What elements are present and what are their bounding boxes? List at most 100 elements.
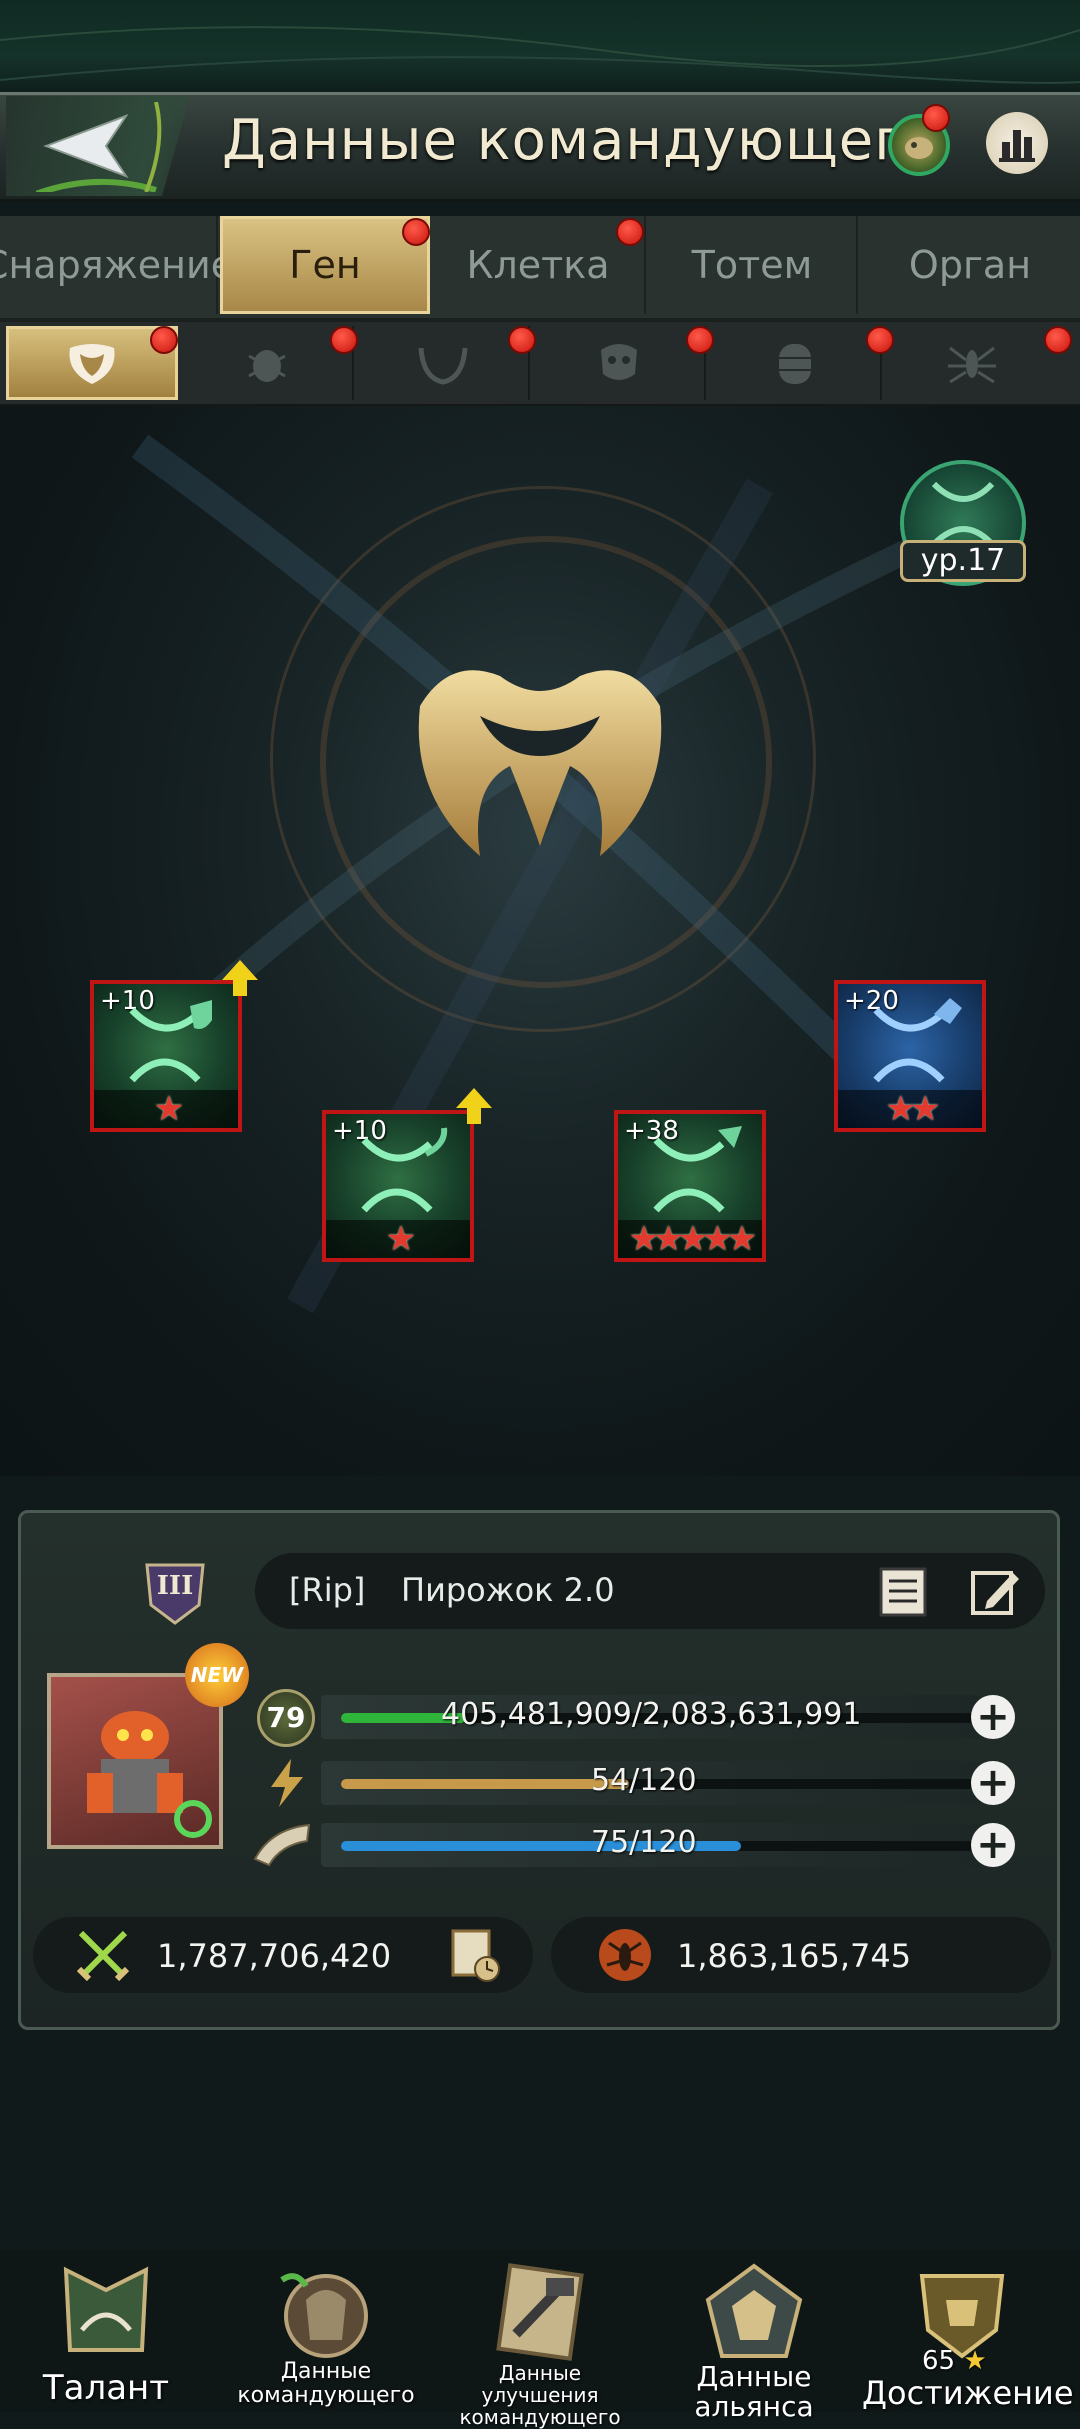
ant-icon xyxy=(948,346,996,384)
notes-button[interactable] xyxy=(875,1563,931,1619)
top-decor-band xyxy=(0,0,1080,92)
gene-level-label: ур.17 xyxy=(900,540,1026,582)
star-rating: ★ xyxy=(326,1219,470,1259)
hp-text: 405,481,909/2,083,631,991 xyxy=(441,1697,862,1732)
star-rating: ★★★★★ xyxy=(618,1219,762,1259)
notification-dot xyxy=(508,326,536,354)
nav-commander-upgrade[interactable]: Данные улучшения командующего xyxy=(440,2250,640,2428)
rank-badge: III xyxy=(139,1557,211,1627)
power-pill: 1,787,706,420 xyxy=(33,1917,533,1993)
slot-tab-skull[interactable] xyxy=(534,326,706,400)
stamina-text: 54/120 xyxy=(591,1763,697,1798)
tab-label: Ген xyxy=(289,243,361,287)
star-icon: ★ xyxy=(963,2346,987,2376)
gene-card[interactable]: +10 ★ xyxy=(90,980,242,1132)
skull-icon xyxy=(601,344,637,380)
nav-label: Данные командующего xyxy=(237,2359,415,2408)
tab-totem[interactable]: Тотем xyxy=(648,216,858,314)
web-pattern xyxy=(0,26,1080,84)
slot-tab-larva[interactable] xyxy=(710,326,882,400)
edit-name-button[interactable] xyxy=(967,1563,1023,1619)
slot-tab-mandible[interactable] xyxy=(358,326,530,400)
add-stamina-button[interactable]: + xyxy=(971,1761,1015,1805)
notification-dot xyxy=(402,218,430,246)
scroll-clock-icon xyxy=(451,1929,500,1982)
commander-name: Пирожок 2.0 xyxy=(401,1571,615,1609)
gene-emblem-icon xyxy=(418,670,662,856)
notification-dot xyxy=(330,326,358,354)
back-arrow-icon xyxy=(36,102,162,192)
name-pill: [Rip] Пирожок 2.0 xyxy=(255,1553,1045,1629)
nav-label: Данные альянса xyxy=(694,2360,814,2423)
alliance-tag: [Rip] xyxy=(289,1571,366,1609)
lightning-icon xyxy=(265,1757,309,1809)
notification-dot xyxy=(686,326,714,354)
gene-card[interactable]: +10 ★ xyxy=(322,1110,474,1262)
larva-icon xyxy=(779,344,811,384)
kills-pill: 1,863,165,745 xyxy=(551,1917,1051,1993)
slot-tab-ant[interactable] xyxy=(886,326,1058,400)
ant-robot-avatar-icon xyxy=(87,1711,212,1838)
nav-label: Достижение xyxy=(862,2374,1074,2412)
slot-tab-beetle[interactable] xyxy=(182,326,354,400)
nav-label: Талант xyxy=(42,2368,170,2408)
achievement-count: 65 ★ xyxy=(922,2346,987,2376)
achievement-count-value: 65 xyxy=(922,2346,956,2376)
dna-icon xyxy=(361,1127,448,1213)
tab-label: Снаряжение xyxy=(0,243,235,287)
nav-achievement[interactable]: 65 ★ Достижение xyxy=(862,2250,1074,2412)
bottom-navigation: Талант Данные командующего Данные улучше… xyxy=(0,2250,1080,2428)
tab-label: Клетка xyxy=(466,243,610,287)
hammer-scroll-icon xyxy=(496,2263,584,2361)
beetle-icon xyxy=(248,350,286,382)
tab-gene[interactable]: Ген xyxy=(220,216,430,314)
tab-label: Тотем xyxy=(691,243,813,287)
kills-value: 1,863,165,745 xyxy=(677,1937,912,1975)
gene-card[interactable]: +20 ★★ xyxy=(834,980,986,1132)
dna-icon xyxy=(129,1000,212,1083)
ranking-button[interactable] xyxy=(986,112,1048,174)
alliance-emblem-icon xyxy=(705,2263,803,2358)
document-icon xyxy=(879,1567,927,1617)
stamina-bar-fill xyxy=(341,1779,629,1789)
rank-badge-text: III xyxy=(156,1571,194,1601)
upgrade-arrow-icon xyxy=(456,1088,492,1124)
upgrade-arrow-icon xyxy=(222,960,258,996)
horn-icon xyxy=(251,1819,315,1871)
nav-talent[interactable]: Талант xyxy=(6,2250,206,2412)
tab-cell[interactable]: Клетка xyxy=(432,216,646,314)
gene-card[interactable]: +38 ★★★★★ xyxy=(614,1110,766,1262)
tab-equipment[interactable]: Снаряжение xyxy=(0,216,234,314)
crossed-swords-icon xyxy=(76,1930,130,1982)
nav-commander-data[interactable]: Данные командующего xyxy=(226,2250,426,2412)
add-hp-button[interactable]: + xyxy=(971,1695,1015,1739)
notification-dot xyxy=(866,326,894,354)
horn-text: 75/120 xyxy=(591,1825,697,1860)
new-badge: NEW xyxy=(185,1643,249,1707)
star-rating: ★ xyxy=(94,1089,238,1129)
commander-info-panel: III [Rip] Пирожок 2.0 NEW 79 405,481,909… xyxy=(18,1510,1060,2030)
gauntlet-icon xyxy=(280,2273,368,2358)
dna-icon xyxy=(873,998,962,1083)
dna-icon xyxy=(653,1126,742,1213)
mandible-icon xyxy=(418,347,468,385)
crown-laurel-icon xyxy=(63,2266,149,2352)
add-horn-button[interactable]: + xyxy=(971,1823,1015,1867)
power-history-button[interactable] xyxy=(443,1925,503,1985)
notification-dot xyxy=(616,218,644,246)
nav-alliance-data[interactable]: Данные альянса xyxy=(654,2250,854,2422)
notification-dot xyxy=(922,104,950,132)
gene-emblem-icon xyxy=(69,344,115,384)
nav-label: Данные улучшения командующего xyxy=(459,2361,621,2429)
gene-display-area: ур.17 +10 ★ +10 ★ +38 ★★★★★ +20 ★★ xyxy=(0,406,1080,1476)
ant-kill-icon xyxy=(599,1929,651,1981)
commander-level: 79 xyxy=(257,1689,315,1747)
tab-organ[interactable]: Орган xyxy=(860,216,1080,314)
edit-pencil-icon xyxy=(971,1571,1019,1615)
bar-chart-icon xyxy=(999,130,1035,162)
notification-dot xyxy=(1044,326,1072,354)
power-value: 1,787,706,420 xyxy=(157,1937,392,1975)
tab-label: Орган xyxy=(908,243,1032,287)
main-tab-bar: Снаряжение Ген Клетка Тотем Орган xyxy=(0,216,1080,322)
notification-dot xyxy=(150,326,178,354)
